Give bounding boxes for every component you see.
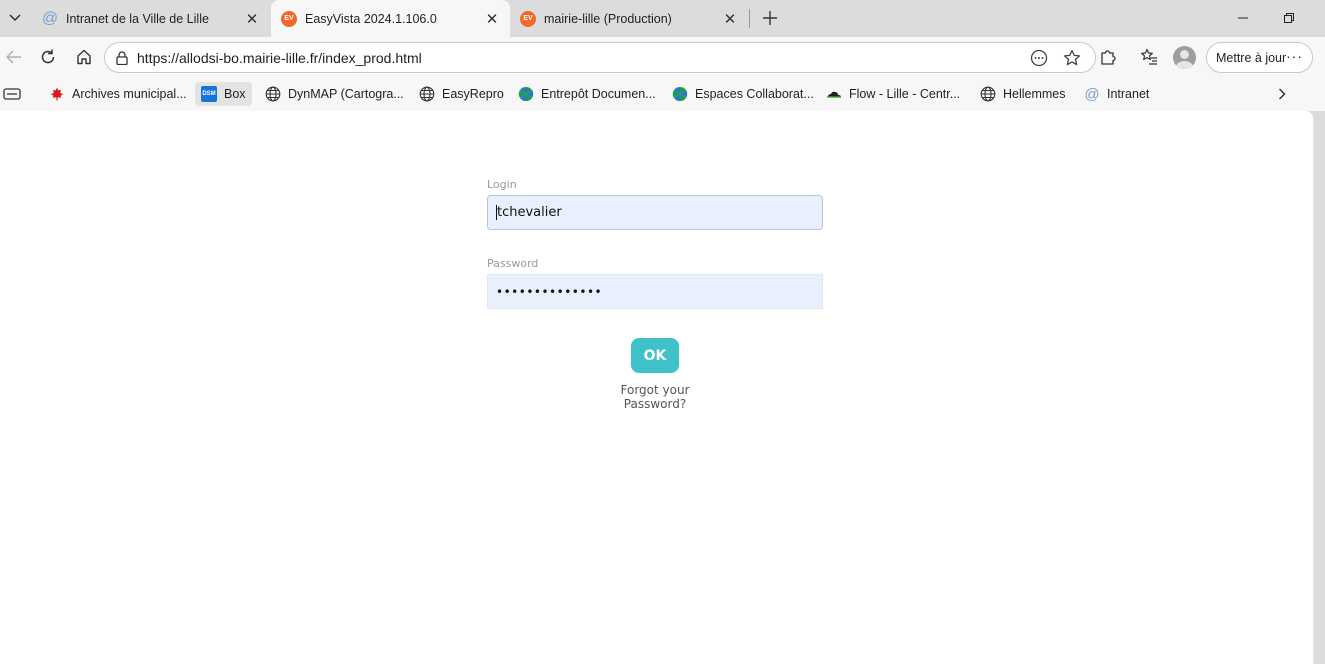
bookmark-label: Hellemmes bbox=[1003, 87, 1066, 101]
bookmarks-more-button[interactable] bbox=[1270, 82, 1294, 106]
minimize-icon bbox=[1238, 17, 1248, 19]
chevron-right-icon bbox=[1278, 88, 1286, 100]
bookmark-label: Box bbox=[224, 87, 246, 101]
restore-icon bbox=[1284, 13, 1294, 23]
bookmark-hellemmes[interactable]: Hellemmes bbox=[974, 82, 1072, 106]
puzzle-icon bbox=[1101, 50, 1116, 65]
url-text[interactable]: https://allodsi-bo.mairie-lille.fr/index… bbox=[137, 50, 422, 66]
password-value: •••••••••••••• bbox=[496, 284, 603, 299]
chevron-down-icon bbox=[9, 14, 21, 22]
bookmark-flow[interactable]: Flow - Lille - Centr... bbox=[820, 82, 966, 106]
at-icon: @ bbox=[1084, 85, 1100, 103]
new-tab-button[interactable] bbox=[757, 6, 783, 30]
tab-list-button[interactable] bbox=[2, 6, 28, 30]
favorites-button[interactable] bbox=[1137, 45, 1161, 69]
extensions-button[interactable] bbox=[1096, 45, 1120, 69]
tab-mairie-lille[interactable]: EV mairie-lille (Production) ✕ bbox=[510, 0, 748, 37]
minimize-button[interactable] bbox=[1220, 0, 1266, 36]
bookmark-entrepot[interactable]: Entrepôt Documen... bbox=[512, 82, 662, 106]
bookmark-label: Intranet bbox=[1107, 87, 1150, 101]
refresh-button[interactable] bbox=[34, 43, 62, 71]
login-value: tchevalier bbox=[497, 205, 562, 220]
easyvista-icon: EV bbox=[520, 10, 536, 27]
profile-avatar[interactable] bbox=[1173, 46, 1196, 69]
close-icon[interactable]: ✕ bbox=[244, 11, 260, 28]
browser-toolbar: https://allodsi-bo.mairie-lille.fr/index… bbox=[0, 37, 1325, 77]
bookmark-archives[interactable]: Archives municipal... bbox=[43, 82, 193, 106]
tab-separator bbox=[749, 9, 750, 28]
bookmark-label: Espaces Collaborat... bbox=[695, 87, 814, 101]
bookmark-label: Archives municipal... bbox=[72, 87, 187, 101]
back-button[interactable] bbox=[0, 43, 28, 71]
bookmark-label: Flow - Lille - Centr... bbox=[849, 87, 961, 101]
tab-strip: @ Intranet de la Ville de Lille ✕ EV Eas… bbox=[0, 0, 1325, 37]
easyvista-icon: EV bbox=[281, 10, 297, 27]
globe-icon bbox=[265, 86, 281, 102]
bookmark-espaces[interactable]: Espaces Collaborat... bbox=[666, 82, 820, 106]
login-input[interactable]: tchevalier bbox=[487, 195, 823, 230]
more-tools-button[interactable] bbox=[1029, 48, 1049, 68]
home-icon bbox=[77, 49, 91, 65]
plus-icon bbox=[763, 11, 777, 25]
update-button-label: Mettre à jour bbox=[1216, 50, 1287, 65]
refresh-icon bbox=[41, 49, 55, 64]
bookmarks-bar: Archives municipal... DSM Box DynMAP (Ca… bbox=[0, 77, 1325, 111]
bookmark-intranet[interactable]: @ Intranet bbox=[1078, 82, 1155, 106]
forgot-password-link[interactable]: Forgot your Password? bbox=[595, 383, 715, 411]
back-arrow-icon bbox=[6, 50, 21, 64]
close-icon[interactable]: ✕ bbox=[722, 11, 738, 28]
tab-title: Intranet de la Ville de Lille bbox=[66, 11, 209, 26]
lock-icon[interactable] bbox=[115, 51, 129, 65]
restore-button[interactable] bbox=[1266, 0, 1312, 36]
tab-title: EasyVista 2024.1.106.0 bbox=[305, 11, 437, 26]
pinwheel-icon bbox=[518, 86, 534, 102]
password-label: Password bbox=[487, 257, 539, 270]
favorite-star-button[interactable] bbox=[1062, 48, 1082, 68]
globe-icon bbox=[980, 86, 996, 102]
page-content: Login tchevalier Password ••••••••••••••… bbox=[0, 111, 1314, 664]
bookmark-label: DynMAP (Cartogra... bbox=[288, 87, 404, 101]
password-input[interactable]: •••••••••••••• bbox=[487, 274, 823, 309]
reading-view-icon[interactable] bbox=[3, 86, 21, 102]
star-icon bbox=[1063, 49, 1081, 66]
favorites-list-icon bbox=[1141, 48, 1157, 65]
maple-leaf-icon bbox=[49, 86, 65, 102]
tab-easyvista[interactable]: EV EasyVista 2024.1.106.0 ✕ bbox=[271, 0, 510, 37]
more-icon[interactable]: ··· bbox=[1286, 48, 1303, 64]
update-button[interactable]: Mettre à jour ··· bbox=[1206, 42, 1313, 73]
login-label: Login bbox=[487, 178, 517, 191]
home-button[interactable] bbox=[70, 43, 98, 71]
bookmark-label: Entrepôt Documen... bbox=[541, 87, 656, 101]
ok-button[interactable]: OK bbox=[631, 338, 679, 373]
tab-title: mairie-lille (Production) bbox=[544, 11, 672, 26]
bookmark-dynmap[interactable]: DynMAP (Cartogra... bbox=[259, 82, 410, 106]
bookmark-box[interactable]: DSM Box bbox=[195, 82, 252, 106]
pinwheel-icon bbox=[672, 86, 688, 102]
dsm-icon: DSM bbox=[201, 86, 217, 102]
address-bar[interactable]: https://allodsi-bo.mairie-lille.fr/index… bbox=[104, 42, 1096, 73]
tab-intranet[interactable]: @ Intranet de la Ville de Lille ✕ bbox=[32, 0, 270, 37]
at-icon: @ bbox=[41, 9, 59, 27]
cloud-icon bbox=[826, 86, 842, 102]
ellipsis-circle-icon bbox=[1030, 49, 1048, 67]
bookmark-label: EasyRepro bbox=[442, 87, 504, 101]
globe-icon bbox=[419, 86, 435, 102]
close-icon[interactable]: ✕ bbox=[484, 11, 500, 28]
bookmark-easyrepro[interactable]: EasyRepro bbox=[413, 82, 510, 106]
